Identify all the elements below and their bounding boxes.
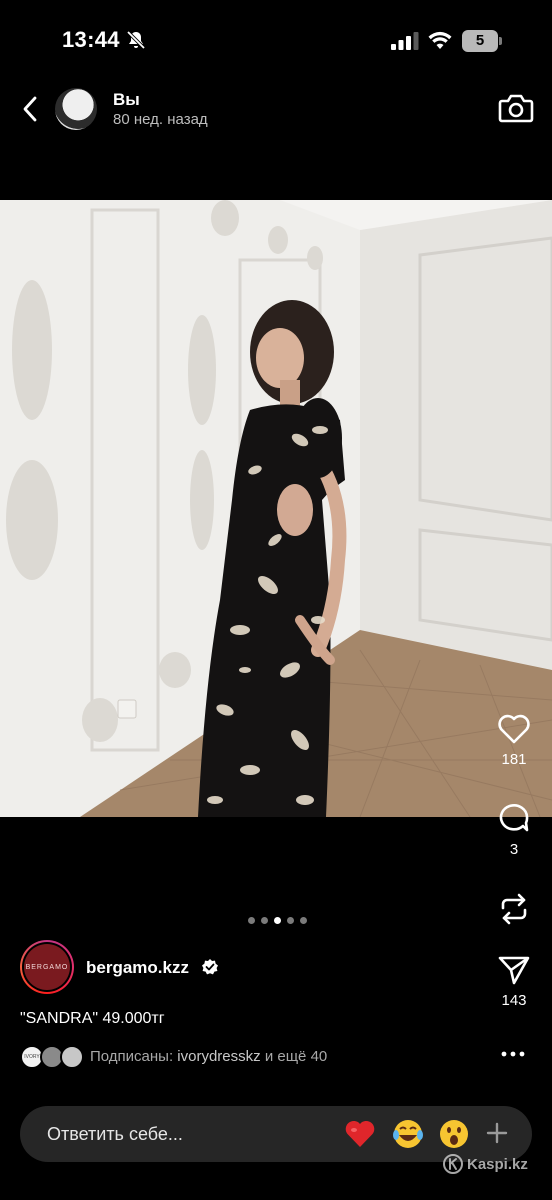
follower-avatars[interactable]: IVORY: [20, 1045, 84, 1069]
battery-level: 5: [462, 30, 498, 52]
plus-icon[interactable]: [486, 1122, 508, 1144]
comment-action[interactable]: 3: [484, 801, 544, 858]
carousel-dot: [300, 917, 307, 924]
signal-icon: [391, 32, 419, 50]
carousel-dot-active: [274, 917, 281, 924]
heart-icon[interactable]: [497, 713, 531, 745]
heart-emoji-icon[interactable]: [344, 1118, 376, 1150]
send-icon[interactable]: [497, 954, 531, 986]
back-arrow-icon[interactable]: [18, 94, 44, 124]
carousel-dot: [248, 917, 255, 924]
author-name[interactable]: bergamo.kzz: [86, 958, 189, 978]
camera-icon[interactable]: [498, 92, 534, 124]
followed-by-account[interactable]: ivorydresskz: [177, 1048, 260, 1065]
repost-action[interactable]: [484, 892, 544, 926]
repost-icon[interactable]: [497, 892, 531, 926]
carousel-indicator: [248, 917, 307, 925]
laughing-emoji-icon[interactable]: [392, 1118, 424, 1150]
surprised-emoji-icon[interactable]: [438, 1118, 470, 1150]
more-options-icon[interactable]: [500, 1048, 526, 1060]
battery-icon: 5: [462, 30, 502, 52]
story-photo[interactable]: [0, 200, 552, 817]
followed-by-text[interactable]: Подписаны: ivorydresskz и ещё 40: [90, 1048, 327, 1065]
follower-avatar: [60, 1045, 84, 1069]
bell-slash-icon: [126, 30, 146, 50]
author-avatar[interactable]: BERGAMO: [20, 940, 74, 994]
verified-badge-icon: [202, 959, 218, 975]
like-count: 181: [501, 751, 527, 768]
comment-icon[interactable]: [497, 801, 531, 835]
comment-count: 3: [509, 841, 519, 858]
avatar[interactable]: [55, 88, 97, 130]
carousel-dot: [287, 917, 294, 924]
send-action[interactable]: 143: [484, 954, 544, 1009]
kaspi-logo-icon: [443, 1154, 463, 1174]
reply-placeholder: Ответить себе...: [47, 1124, 183, 1144]
like-action[interactable]: 181: [484, 713, 544, 768]
post-caption: "SANDRA" 49.000тг: [20, 1010, 165, 1027]
story-owner-name[interactable]: Вы: [113, 90, 140, 110]
status-bar: 13:44 5: [0, 0, 552, 80]
watermark: Kaspi.kz: [443, 1153, 528, 1175]
story-timestamp: 80 нед. назад: [113, 111, 208, 128]
carousel-dot: [261, 917, 268, 924]
author-avatar-logo: BERGAMO: [24, 944, 70, 990]
share-count: 143: [501, 992, 527, 1009]
photo-scene: [0, 200, 552, 817]
watermark-text: Kaspi.kz: [467, 1155, 528, 1173]
status-time: 13:44: [62, 27, 120, 52]
wifi-icon: [428, 31, 452, 49]
